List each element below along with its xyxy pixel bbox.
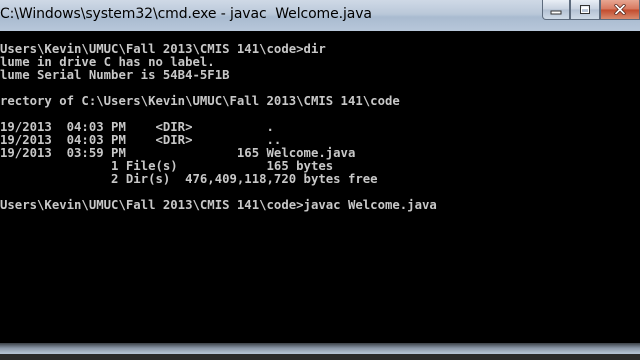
close-button[interactable] — [600, 0, 640, 20]
window-controls — [542, 0, 640, 22]
cmd-window: C:\Windows\system32\cmd.exe - javac Welc… — [0, 0, 640, 360]
console-line: 2 Dir(s) 476,409,118,720 bytes free — [0, 172, 378, 186]
window-bottom-border — [0, 343, 640, 360]
maximize-button[interactable] — [570, 0, 600, 20]
title-bar[interactable]: C:\Windows\system32\cmd.exe - javac Welc… — [0, 0, 640, 32]
close-icon — [614, 4, 626, 15]
console-line: rectory of C:\Users\Kevin\UMUC\Fall 2013… — [0, 94, 400, 108]
minimize-icon — [550, 10, 562, 14]
maximize-icon — [580, 5, 590, 14]
console-line: lume Serial Number is 54B4-5F1B — [0, 68, 230, 82]
console-output[interactable]: Users\Kevin\UMUC\Fall 2013\CMIS 141\code… — [0, 31, 640, 343]
console-line: Users\Kevin\UMUC\Fall 2013\CMIS 141\code… — [0, 198, 437, 212]
window-title: C:\Windows\system32\cmd.exe - javac Welc… — [0, 6, 372, 22]
minimize-button[interactable] — [542, 0, 570, 20]
taskbar-edge — [0, 354, 640, 360]
